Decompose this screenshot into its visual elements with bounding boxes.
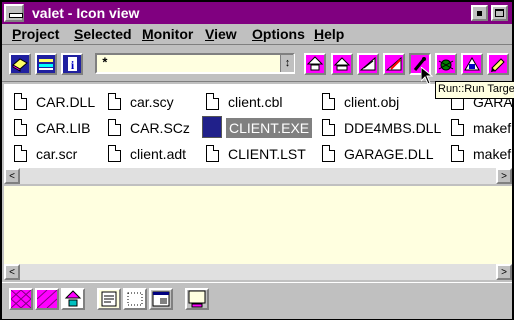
build-icon xyxy=(334,57,350,71)
window-view-button[interactable] xyxy=(149,288,173,310)
scroll-right-button[interactable]: > xyxy=(496,264,512,280)
edit-icon xyxy=(491,58,505,72)
file-icon xyxy=(108,93,121,110)
file-horizontal-scrollbar[interactable]: < > xyxy=(4,168,512,184)
hatch-icon xyxy=(36,289,58,309)
mouse-pointer-icon xyxy=(421,67,433,85)
file-icon xyxy=(206,93,219,110)
info-icon: i xyxy=(68,57,77,72)
file-name: CAR.SCz xyxy=(130,120,190,136)
file-icon xyxy=(108,145,121,162)
spin-arrows-icon: ↕ xyxy=(284,57,291,69)
file-name: client.obj xyxy=(344,94,400,110)
file-icon xyxy=(14,93,27,110)
file-name: car.scy xyxy=(130,94,174,110)
menu-selected[interactable]: Selected xyxy=(74,25,132,43)
filter-dropdown-button[interactable]: ↕ xyxy=(280,55,294,72)
hatch-view-button[interactable] xyxy=(35,288,59,310)
compile-icon xyxy=(386,56,402,71)
menu-monitor[interactable]: Monitor xyxy=(142,25,193,43)
file-name: makefile xyxy=(473,120,512,136)
project-button[interactable] xyxy=(9,53,31,75)
info-button[interactable]: i xyxy=(61,53,83,75)
project-icon xyxy=(12,58,28,72)
file-name: CAR.LIB xyxy=(36,120,91,136)
app-window: valet - Icon view Project Selected Monit… xyxy=(0,0,514,320)
monitor-icon xyxy=(188,290,206,308)
chevron-right-icon: > xyxy=(501,267,507,278)
dotted-view-button[interactable] xyxy=(123,288,147,310)
file-icon xyxy=(451,145,464,162)
output-horizontal-scrollbar[interactable]: < > xyxy=(4,264,512,280)
system-menu-icon xyxy=(9,13,23,18)
build-up-icon xyxy=(307,56,323,71)
file-name: makefi xyxy=(473,146,512,162)
chevron-right-icon: > xyxy=(501,171,507,182)
build-button[interactable] xyxy=(331,53,353,75)
file-icon xyxy=(322,119,335,136)
executable-icon xyxy=(202,116,222,138)
scroll-left-button[interactable]: < xyxy=(4,264,20,280)
compile-button[interactable] xyxy=(383,53,405,75)
list-icon xyxy=(39,59,53,70)
notes-button[interactable] xyxy=(97,288,121,310)
menu-options[interactable]: Options xyxy=(252,25,305,43)
edit-button[interactable] xyxy=(487,53,509,75)
tooltip: Run::Run Target xyxy=(435,81,514,99)
file-name: DDE4MBS.DLL xyxy=(344,120,442,136)
file-name: CLIENT.LST xyxy=(228,146,306,162)
scroll-right-button[interactable]: > xyxy=(496,168,512,184)
file-name: client.cbl xyxy=(228,94,283,110)
minimize-button[interactable] xyxy=(471,5,488,21)
browse-icon xyxy=(464,57,480,71)
list-button[interactable] xyxy=(35,53,57,75)
chevron-left-icon: < xyxy=(9,171,15,182)
file-icon xyxy=(206,145,219,162)
monitor-button[interactable] xyxy=(185,288,209,310)
file-name: CLIENT.EXE xyxy=(226,118,313,138)
make-icon xyxy=(360,56,376,71)
notes-icon xyxy=(101,291,117,307)
file-icon xyxy=(322,93,335,110)
file-name: CAR.DLL xyxy=(36,94,96,110)
title-bar[interactable]: valet - Icon view xyxy=(2,2,512,24)
maximize-icon xyxy=(495,9,504,17)
grid-icon xyxy=(10,289,32,309)
build-up-button[interactable] xyxy=(304,53,326,75)
debug-button[interactable] xyxy=(435,53,457,75)
make-button[interactable] xyxy=(357,53,379,75)
menu-view[interactable]: View xyxy=(205,25,237,43)
file-icon xyxy=(322,145,335,162)
file-name: GARAGE.DLL xyxy=(344,146,434,162)
scroll-left-button[interactable]: < xyxy=(4,168,20,184)
tree-view-button[interactable] xyxy=(61,288,85,310)
filter-field[interactable]: * ↕ xyxy=(95,53,295,74)
file-name: client.adt xyxy=(130,146,187,162)
bottom-toolbar xyxy=(2,282,512,319)
minimize-icon xyxy=(477,11,482,16)
output-pane[interactable] xyxy=(4,186,512,264)
toolbar: i * ↕ xyxy=(2,47,512,82)
file-name: car.scr xyxy=(36,146,78,162)
window-icon xyxy=(152,291,170,307)
dotted-icon xyxy=(127,292,143,306)
system-menu-button[interactable] xyxy=(4,4,24,22)
file-icon xyxy=(108,119,121,136)
grid-view-button[interactable] xyxy=(9,288,33,310)
debug-icon xyxy=(438,59,454,71)
maximize-button[interactable] xyxy=(491,5,508,21)
menu-project[interactable]: Project xyxy=(12,25,59,43)
menu-help[interactable]: Help xyxy=(314,25,344,43)
tree-icon xyxy=(64,290,82,307)
chevron-left-icon: < xyxy=(9,267,15,278)
file-icon xyxy=(451,119,464,136)
file-icon xyxy=(14,119,27,136)
filter-input[interactable]: * xyxy=(101,55,109,72)
browse-button[interactable] xyxy=(461,53,483,75)
window-title: valet - Icon view xyxy=(32,5,140,21)
file-icon xyxy=(14,145,27,162)
menu-bar: Project Selected Monitor View Options He… xyxy=(2,24,512,45)
